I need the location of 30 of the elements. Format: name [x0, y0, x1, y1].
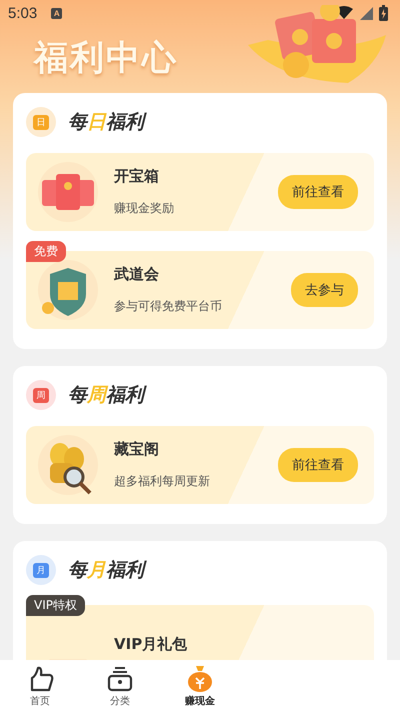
- reward-title: 开宝箱: [114, 167, 160, 186]
- vip-tag: VIP特权: [26, 595, 85, 616]
- envelopes-drawing: [36, 160, 100, 224]
- battery-icon: [379, 5, 388, 21]
- reward-description: 参与可得免费平台币: [114, 298, 223, 315]
- money-bag-icon: [186, 664, 214, 692]
- reward-title: VIP月礼包: [114, 634, 188, 654]
- reward-title: 藏宝阁: [114, 440, 160, 459]
- basket-icon: [106, 664, 134, 692]
- signal-icon: [359, 6, 373, 20]
- nav-tab[interactable]: 首页: [0, 660, 80, 712]
- reward-card[interactable]: 藏宝阁 超多福利每周更新 前往查看: [26, 426, 374, 504]
- free-tag: 免费: [26, 241, 66, 262]
- calendar-icon: 周: [26, 380, 56, 410]
- reward-description: 超多福利每周更新: [114, 473, 211, 490]
- nav-tab[interactable]: 赚现金: [160, 660, 240, 712]
- reward-description: 赚现金奖励: [114, 200, 175, 217]
- nav-tab[interactable]: 分类: [80, 660, 160, 712]
- action-button[interactable]: 前往查看: [278, 175, 358, 209]
- notification-icon: A: [51, 8, 62, 18]
- action-button[interactable]: 去参与: [291, 273, 358, 307]
- calendar-icon: 月: [26, 555, 56, 585]
- coins-magnifier-drawing: [36, 433, 100, 497]
- shield-badge-drawing: [36, 258, 100, 322]
- page-title: 福利中心: [34, 37, 178, 80]
- action-button[interactable]: 前往查看: [278, 448, 358, 482]
- calendar-icon: 日: [26, 107, 56, 137]
- reward-title: 武道会: [114, 265, 160, 284]
- status-time: 5:03: [8, 4, 38, 22]
- reward-card[interactable]: 开宝箱 赚现金奖励 前往查看: [26, 153, 374, 231]
